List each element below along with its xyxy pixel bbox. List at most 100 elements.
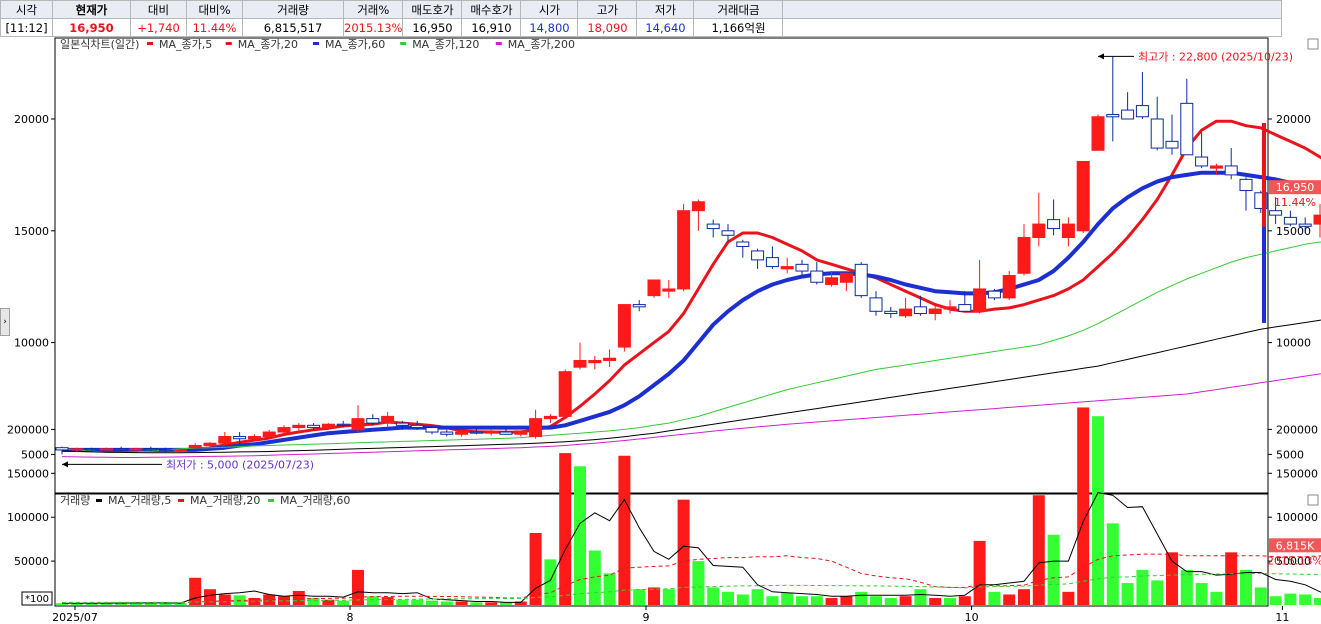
volume-panel-control — [1307, 494, 1319, 506]
volume-bar — [559, 453, 572, 605]
volume-bar — [884, 597, 897, 605]
volume-bar — [485, 602, 498, 605]
header-low: 저가 — [636, 0, 695, 19]
value-change-pct: 11.44% — [186, 18, 243, 37]
candle-body — [381, 415, 395, 424]
candle-body — [617, 304, 631, 348]
candle-body — [425, 427, 439, 433]
price-legend-label: MA_종가,5 — [159, 38, 212, 51]
candle-body — [1298, 223, 1312, 227]
volume-bar — [766, 596, 779, 605]
candle-body — [114, 448, 128, 451]
price-legend-swatch — [313, 42, 319, 45]
candle-body — [662, 288, 676, 292]
candle-body — [810, 270, 824, 283]
candle-body — [795, 263, 809, 272]
candle-body — [1121, 109, 1135, 120]
candle-body — [1313, 214, 1321, 225]
volume-legend-label: MA_거래량,20 — [190, 494, 260, 507]
x-axis-label: 8 — [347, 611, 354, 624]
candle-body — [440, 431, 454, 435]
candle-body — [543, 415, 557, 420]
volume-bar — [1092, 416, 1104, 605]
volume-bar — [396, 599, 409, 605]
volume-bar — [944, 597, 956, 605]
price-legend-label: MA_종가,20 — [238, 38, 298, 51]
volume-bar — [411, 599, 424, 605]
volume-bar — [973, 540, 986, 605]
candle-body — [233, 436, 247, 440]
candle-body — [1047, 219, 1061, 230]
chart-canvas[interactable]: 5000 500010000 1000015000 1500020000 2000050… — [0, 37, 1321, 624]
candle-body — [558, 371, 572, 417]
volume-bar — [1269, 596, 1282, 605]
value-volume: 6,815,517 — [242, 18, 344, 37]
price-axis-label-right: 20000 — [1276, 113, 1311, 126]
candle-body — [943, 306, 957, 310]
price-panel-control — [1307, 38, 1319, 50]
volume-legend-swatch — [96, 499, 102, 502]
candle-body — [366, 418, 380, 424]
candle-body — [958, 304, 972, 312]
candle-body — [159, 449, 173, 452]
candle-body — [928, 308, 942, 315]
volume-axis-label-right: 100000 — [1276, 511, 1318, 524]
volume-bar — [988, 591, 1001, 605]
candle-body — [307, 424, 321, 429]
volume-bar — [796, 596, 808, 605]
candle-body — [247, 436, 261, 440]
volume-bar — [1299, 594, 1312, 605]
header-volume-pct: 거래% — [342, 0, 404, 19]
candle-body — [1195, 156, 1209, 167]
volume-ratio-tag: 2015.13% — [1267, 554, 1321, 567]
volume-bar — [855, 591, 868, 605]
change-pct-tag: 11.44% — [1274, 196, 1316, 209]
candle-body — [1106, 114, 1120, 118]
volume-bar — [929, 597, 942, 605]
price-axis-label-right: 10000 — [1276, 337, 1311, 350]
header-high: 고가 — [577, 0, 638, 19]
candle-body — [1017, 237, 1031, 274]
candle-body — [321, 423, 335, 429]
candle-body — [751, 250, 765, 261]
volume-bar — [1195, 583, 1208, 605]
volume-legend-swatch — [178, 499, 184, 502]
candle-body — [869, 297, 883, 312]
volume-bar — [1062, 591, 1075, 605]
volume-bar — [899, 596, 912, 605]
volume-bar — [1121, 583, 1134, 605]
price-legend-swatch — [400, 42, 407, 45]
volume-legend-title: 거래량 — [60, 494, 90, 507]
price-range-bar-up — [1262, 123, 1266, 235]
volume-bar — [218, 594, 231, 605]
price-legend-label: MA_종가,200 — [508, 38, 575, 51]
candle-body — [1091, 116, 1105, 151]
candle-body — [1002, 275, 1016, 299]
price-axis-label-left: 5000 — [21, 448, 49, 461]
volume-bar — [603, 573, 616, 605]
volume-bar — [1106, 523, 1119, 605]
candle-body — [1209, 165, 1223, 169]
volume-bar — [751, 589, 764, 605]
candle-body — [573, 359, 587, 368]
candle-body — [484, 431, 498, 434]
volume-bar — [870, 596, 882, 605]
candle-body — [899, 308, 913, 317]
x-axis-label: 11 — [1275, 611, 1289, 624]
candle-body — [292, 424, 306, 429]
low-annotation-text: 최저가 : 5,000 (2025/07/23) — [166, 458, 314, 471]
value-change: +1,740 — [130, 18, 187, 37]
candle-body — [188, 444, 202, 449]
volume-bar — [662, 589, 675, 605]
header-change-pct: 대비% — [186, 0, 243, 19]
candle-body — [469, 431, 483, 434]
candle-body — [1283, 216, 1297, 225]
candle-body — [410, 424, 424, 429]
candle-body — [736, 241, 750, 247]
volume-bar — [633, 589, 646, 605]
header-empty — [782, 0, 1283, 19]
candle-body — [913, 306, 927, 315]
header-time: 시각 — [0, 0, 53, 19]
value-current-price: 16,950 — [52, 18, 131, 37]
price-legend-title: 일본식차트(일간) — [60, 37, 139, 51]
